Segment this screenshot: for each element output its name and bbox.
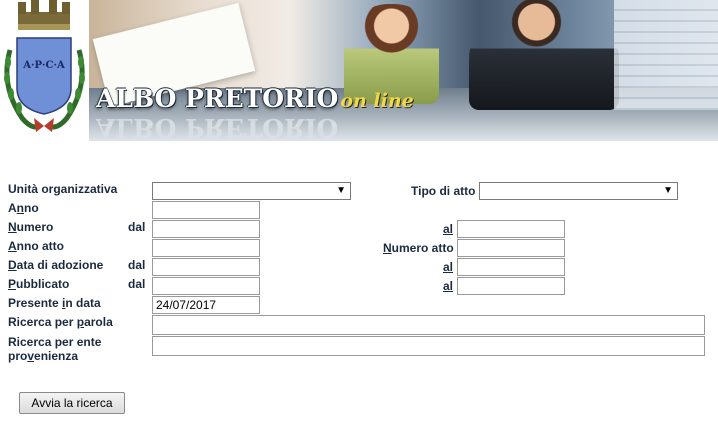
data-adozione-al-input[interactable] <box>457 258 565 276</box>
data-adozione-label: Data di adozione <box>8 258 104 272</box>
page-header: A·P·C·A ALBO PRETORIO on line ALBO PRETOR… <box>0 0 718 142</box>
anno-input[interactable] <box>152 201 260 219</box>
crest-lettering: A·P·C·A <box>23 60 65 71</box>
ricerca-ente-input[interactable] <box>152 336 705 356</box>
numero-al-input[interactable] <box>457 220 565 238</box>
pubblicato-al-label: al <box>443 279 454 293</box>
numero-atto-label: Numero atto <box>383 241 454 255</box>
pubblicato-label: Pubblicato <box>8 277 70 291</box>
anno-label: Anno <box>8 201 39 215</box>
site-title-reflection: ALBO PRETORIO <box>96 113 339 142</box>
data-adozione-al-label: al <box>443 260 454 274</box>
pubblicato-dal-label: dal <box>128 277 146 291</box>
presente-label: Presente in data <box>8 296 101 310</box>
numero-dal-input[interactable] <box>152 220 260 238</box>
pubblicato-dal-input[interactable] <box>152 277 260 295</box>
chevron-down-icon: ▼ <box>336 185 346 196</box>
unita-label: Unità organizzativa <box>8 182 118 196</box>
tipo-atto-select[interactable]: ▼ <box>479 182 678 200</box>
pubblicato-al-input[interactable] <box>457 277 565 295</box>
unita-select[interactable]: ▼ <box>152 182 351 200</box>
presente-input[interactable] <box>152 296 260 314</box>
chevron-down-icon: ▼ <box>663 185 673 196</box>
numero-label: Numero <box>8 220 54 234</box>
crest-icon: A·P·C·A <box>0 0 89 141</box>
ricerca-parola-input[interactable] <box>152 315 705 335</box>
site-title: ALBO PRETORIO on line <box>96 84 414 114</box>
anno-atto-input[interactable] <box>152 239 260 257</box>
site-title-sub: on line <box>340 90 414 112</box>
banner-documents <box>614 0 718 110</box>
data-adozione-dal-input[interactable] <box>152 258 260 276</box>
banner-person-man <box>469 0 619 110</box>
data-adozione-dal-label: dal <box>128 258 146 272</box>
ricerca-parola-label: Ricerca per parola <box>8 315 113 329</box>
anno-atto-label: Anno atto <box>8 239 64 253</box>
tipo-atto-label: Tipo di atto <box>411 184 476 198</box>
numero-al-label: al <box>443 222 454 236</box>
avvia-ricerca-button[interactable]: Avvia la ricerca <box>19 392 125 414</box>
ricerca-ente-label: Ricerca per ente provenienza <box>8 335 102 363</box>
site-title-main: ALBO PRETORIO <box>96 84 339 113</box>
numero-atto-input[interactable] <box>457 239 565 257</box>
numero-dal-label: dal <box>128 220 146 234</box>
